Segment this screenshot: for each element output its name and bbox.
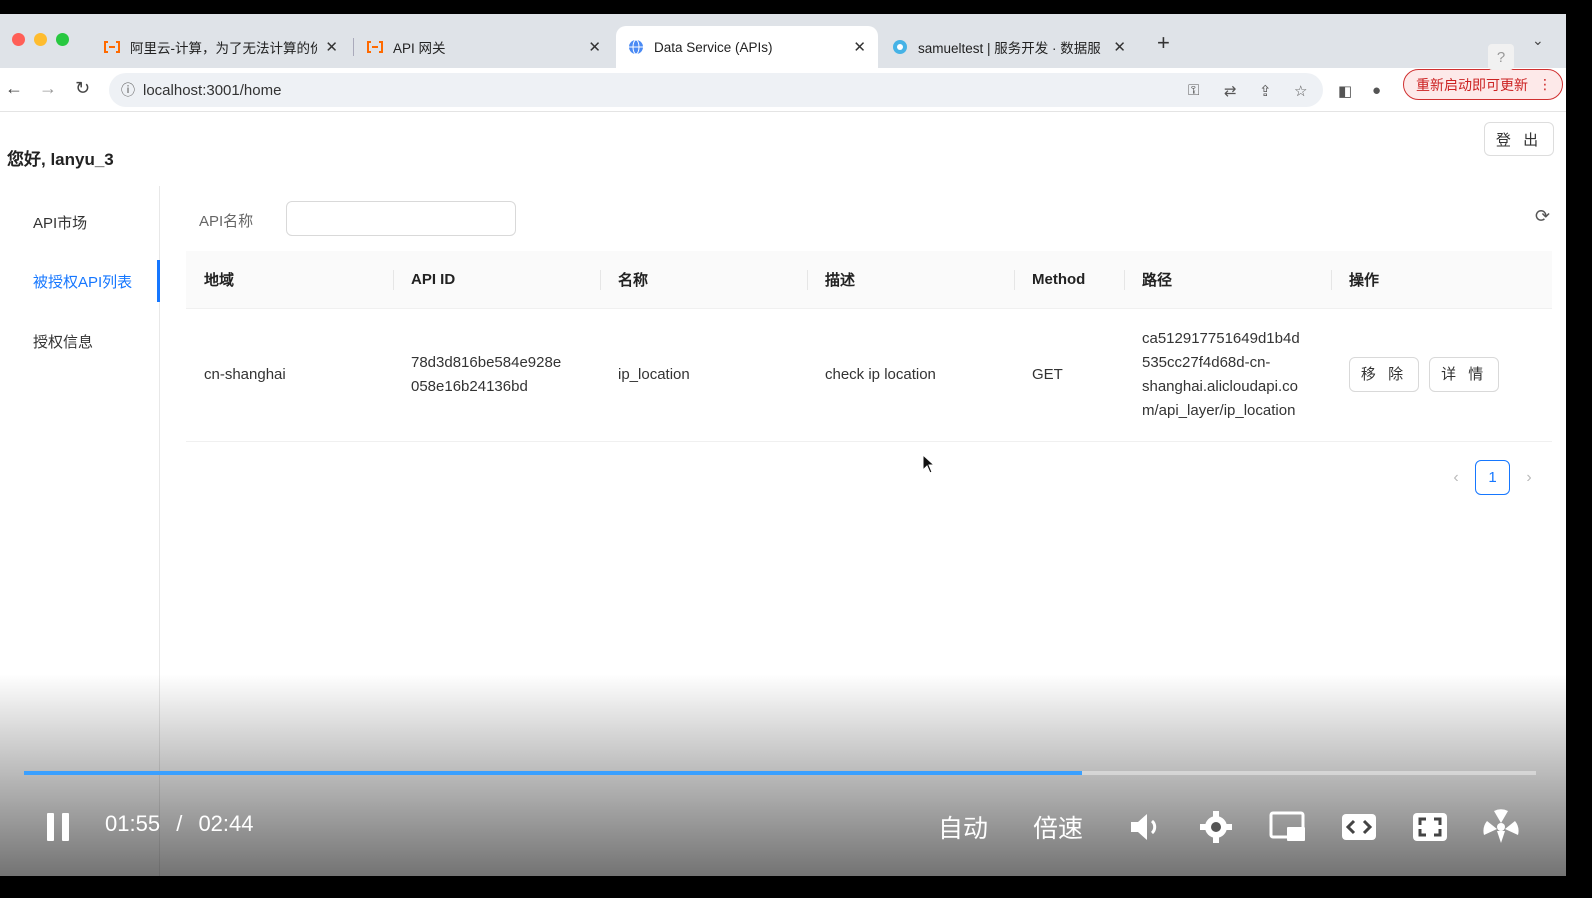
cell-description: check ip location bbox=[807, 308, 1014, 442]
sidebar-item-authorized-apis[interactable]: 被授权API列表 bbox=[0, 260, 160, 302]
page-number-button[interactable]: 1 bbox=[1475, 460, 1510, 495]
video-progress-bar[interactable] bbox=[24, 771, 1536, 775]
path-line: shanghai.alicloudapi.co bbox=[1142, 377, 1298, 395]
speed-button[interactable]: 倍速 bbox=[1033, 809, 1083, 845]
detail-button[interactable]: 详 情 bbox=[1429, 357, 1500, 392]
tab-api-gateway[interactable]: API 网关 ✕ bbox=[355, 26, 613, 68]
cell-path: ca512917751649d1b4d 535cc27f4d68d-cn- sh… bbox=[1124, 308, 1331, 442]
browser-toolbar: ← → ↻ ⓘ localhost:3001/home ⚿ ⇄ ⇪ ☆ ◧ ● bbox=[0, 68, 1566, 112]
close-icon[interactable]: ✕ bbox=[853, 38, 866, 56]
site-info-icon[interactable]: ⓘ bbox=[121, 80, 135, 100]
web-fullscreen-icon[interactable] bbox=[1339, 807, 1379, 847]
cell-actions: 移 除 详 情 bbox=[1331, 308, 1552, 442]
sidebar-item-api-market[interactable]: API市场 bbox=[0, 201, 160, 243]
maximize-window-button[interactable] bbox=[56, 33, 69, 46]
tab-data-service[interactable]: Data Service (APIs) ✕ bbox=[616, 26, 878, 68]
api-id-line: 78d3d816be584e928e bbox=[411, 353, 562, 371]
mouse-cursor-icon bbox=[922, 454, 936, 474]
logout-button[interactable]: 登 出 bbox=[1484, 122, 1554, 156]
api-id-line: 058e16b24136bd bbox=[411, 377, 528, 395]
minimize-window-button[interactable] bbox=[34, 33, 47, 46]
picture-in-picture-icon[interactable] bbox=[1268, 807, 1308, 847]
current-time: 01:55 bbox=[105, 811, 161, 836]
settings-gear-icon[interactable] bbox=[1196, 807, 1236, 847]
tab-strip: 阿里云-计算，为了无法计算的价 ✕ API 网关 ✕ Data Service … bbox=[0, 14, 1566, 68]
radiation-icon[interactable] bbox=[1481, 807, 1521, 847]
tab-title: API 网关 bbox=[393, 41, 446, 56]
tab-title: 阿里云-计算，为了无法计算的价 bbox=[130, 41, 318, 56]
column-header-api-id: API ID bbox=[393, 251, 600, 309]
cell-name: ip_location bbox=[600, 308, 807, 442]
close-icon[interactable]: ✕ bbox=[325, 38, 338, 56]
tab-divider bbox=[353, 38, 354, 56]
path-line: m/api_layer/ip_location bbox=[1142, 401, 1296, 419]
translate-icon[interactable]: ⇄ bbox=[1224, 82, 1237, 100]
sidebar-item-label: API市场 bbox=[33, 214, 88, 232]
back-icon[interactable]: ← bbox=[5, 78, 23, 99]
aliyun-icon bbox=[104, 39, 120, 55]
column-header-method: Method bbox=[1014, 251, 1124, 309]
tab-samueltest[interactable]: samueltest | 服务开发 · 数据服 ✕ bbox=[880, 26, 1138, 68]
prev-page-icon[interactable]: ‹ bbox=[1440, 469, 1472, 487]
cell-method: GET bbox=[1014, 308, 1124, 442]
dataworks-icon bbox=[892, 39, 908, 55]
globe-icon bbox=[628, 39, 644, 55]
restart-to-update-button[interactable]: 重新启动即可更新 ⋮ bbox=[1403, 69, 1563, 100]
authorized-api-table: 地域 API ID 名称 描述 Method 路径 操作 cn-shanghai… bbox=[186, 251, 1552, 442]
reload-icon[interactable]: ↻ bbox=[75, 78, 90, 99]
column-header-path: 路径 bbox=[1124, 251, 1331, 309]
close-icon[interactable]: ✕ bbox=[588, 38, 601, 56]
column-header-actions: 操作 bbox=[1331, 251, 1552, 309]
more-menu-icon[interactable]: ⋮ bbox=[1538, 76, 1552, 93]
address-bar[interactable]: ⓘ localhost:3001/home bbox=[109, 73, 1323, 107]
next-page-icon[interactable]: › bbox=[1513, 469, 1545, 487]
new-tab-button[interactable]: + bbox=[1157, 30, 1170, 56]
cell-region: cn-shanghai bbox=[186, 308, 393, 442]
remove-button[interactable]: 移 除 bbox=[1349, 357, 1419, 392]
column-header-region: 地域 bbox=[186, 251, 393, 309]
duration: 02:44 bbox=[198, 811, 254, 836]
tab-search-chevron-icon[interactable]: ⌄ bbox=[1532, 32, 1544, 49]
sidebar-item-label: 授权信息 bbox=[33, 333, 94, 351]
volume-icon[interactable] bbox=[1126, 807, 1166, 847]
url-text: localhost:3001/home bbox=[143, 81, 282, 99]
refresh-icon[interactable]: ⟳ bbox=[1535, 206, 1550, 227]
time-separator: / bbox=[176, 811, 183, 836]
path-line: ca512917751649d1b4d bbox=[1142, 329, 1300, 347]
sidebar-item-label: 被授权API列表 bbox=[33, 273, 133, 291]
help-icon[interactable]: ? bbox=[1488, 44, 1514, 70]
video-controls-shade bbox=[0, 674, 1566, 876]
close-icon[interactable]: ✕ bbox=[1113, 38, 1126, 56]
bookmark-star-icon[interactable]: ☆ bbox=[1294, 82, 1307, 100]
tab-aliyun[interactable]: 阿里云-计算，为了无法计算的价 ✕ bbox=[92, 26, 350, 68]
path-line: 535cc27f4d68d-cn- bbox=[1142, 353, 1271, 371]
side-panel-icon[interactable]: ◧ bbox=[1338, 82, 1352, 100]
screen: 阿里云-计算，为了无法计算的价 ✕ API 网关 ✕ Data Service … bbox=[0, 14, 1566, 876]
video-progress-fill bbox=[24, 771, 1083, 775]
tab-title: Data Service (APIs) bbox=[654, 39, 773, 55]
pause-icon[interactable] bbox=[38, 807, 78, 847]
quality-button[interactable]: 自动 bbox=[938, 809, 988, 845]
column-header-name: 名称 bbox=[600, 251, 807, 309]
table-header-row: 地域 API ID 名称 描述 Method 路径 操作 bbox=[186, 251, 1552, 309]
key-icon[interactable]: ⚿ bbox=[1188, 82, 1199, 99]
api-name-input[interactable] bbox=[286, 201, 516, 236]
fullscreen-icon[interactable] bbox=[1410, 807, 1450, 847]
column-header-description: 描述 bbox=[807, 251, 1014, 309]
cell-api-id: 78d3d816be584e928e 058e16b24136bd bbox=[393, 308, 600, 442]
api-name-label: API名称 bbox=[199, 213, 254, 230]
share-icon[interactable]: ⇪ bbox=[1259, 82, 1272, 100]
sidebar-item-authorization-info[interactable]: 授权信息 bbox=[0, 320, 160, 362]
greeting: 您好, lanyu_3 bbox=[7, 150, 114, 169]
forward-icon[interactable]: → bbox=[39, 78, 57, 99]
profile-avatar-icon[interactable]: ● bbox=[1372, 82, 1381, 99]
close-window-button[interactable] bbox=[12, 33, 25, 46]
video-time: 01:55 / 02:44 bbox=[105, 811, 254, 837]
table-row: cn-shanghai 78d3d816be584e928e 058e16b24… bbox=[186, 308, 1552, 442]
pagination: ‹ 1 › bbox=[1440, 460, 1545, 495]
restart-label: 重新启动即可更新 bbox=[1416, 76, 1528, 93]
aliyun-icon bbox=[367, 39, 383, 55]
tab-title: samueltest | 服务开发 · 数据服 bbox=[918, 41, 1101, 56]
